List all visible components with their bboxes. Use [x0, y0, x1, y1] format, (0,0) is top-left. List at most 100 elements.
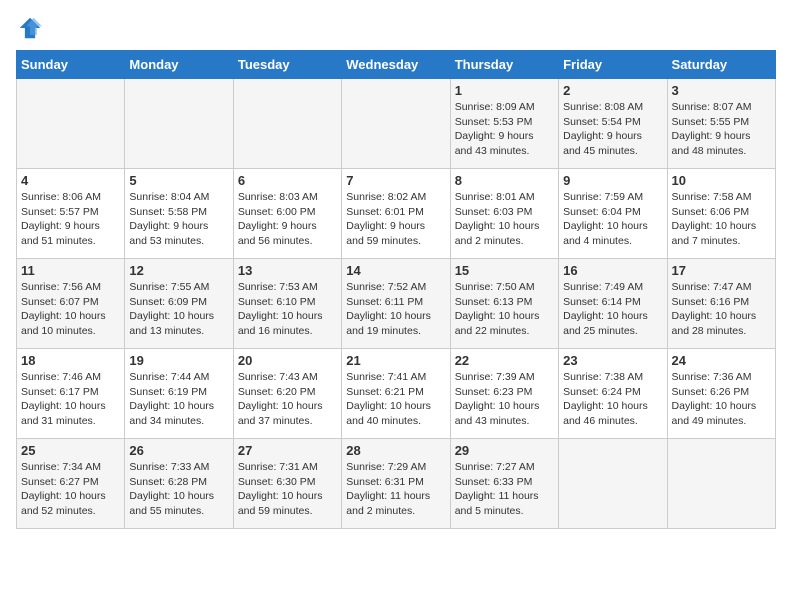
calendar-cell [342, 79, 450, 169]
day-number: 25 [21, 443, 120, 458]
day-number: 4 [21, 173, 120, 188]
calendar-cell: 15Sunrise: 7:50 AMSunset: 6:13 PMDayligh… [450, 259, 558, 349]
calendar-cell: 1Sunrise: 8:09 AMSunset: 5:53 PMDaylight… [450, 79, 558, 169]
header-day-monday: Monday [125, 51, 233, 79]
day-info: Sunrise: 7:44 AMSunset: 6:19 PMDaylight:… [129, 370, 228, 429]
calendar-cell: 10Sunrise: 7:58 AMSunset: 6:06 PMDayligh… [667, 169, 775, 259]
week-row-3: 11 Sunrise: 7:56 AMSunset: 6:07 PMDayligh… [17, 259, 776, 349]
day-info: Sunrise: 8:03 AMSunset: 6:00 PMDaylight:… [238, 190, 337, 249]
day-number: 8 [455, 173, 554, 188]
header-day-friday: Friday [559, 51, 667, 79]
day-number: 27 [238, 443, 337, 458]
day-number: 28 [346, 443, 445, 458]
day-number: 3 [672, 83, 771, 98]
day-number: 5 [129, 173, 228, 188]
day-info: Sunrise: 7:47 AMSunset: 6:16 PMDaylight:… [672, 280, 771, 339]
calendar-cell: 29 Sunrise: 7:27 AMSunset: 6:33 PMDayligh… [450, 439, 558, 529]
header [16, 16, 776, 40]
day-info: Sunrise: 7:49 AMSunset: 6:14 PMDaylight:… [563, 280, 662, 339]
day-number: 6 [238, 173, 337, 188]
calendar-cell [667, 439, 775, 529]
week-row-5: 25 Sunrise: 7:34 AMSunset: 6:27 PMDayligh… [17, 439, 776, 529]
calendar-cell [125, 79, 233, 169]
header-day-wednesday: Wednesday [342, 51, 450, 79]
calendar-cell: 5 Sunrise: 8:04 AMSunset: 5:58 PMDaylight… [125, 169, 233, 259]
calendar-cell: 21 Sunrise: 7:41 AMSunset: 6:21 PMDayligh… [342, 349, 450, 439]
calendar-cell: 16 Sunrise: 7:49 AMSunset: 6:14 PMDayligh… [559, 259, 667, 349]
calendar-cell: 24Sunrise: 7:36 AMSunset: 6:26 PMDayligh… [667, 349, 775, 439]
day-number: 2 [563, 83, 662, 98]
logo [16, 16, 42, 40]
day-number: 29 [455, 443, 554, 458]
day-number: 20 [238, 353, 337, 368]
day-number: 16 [563, 263, 662, 278]
day-info: Sunrise: 7:46 AMSunset: 6:17 PMDaylight:… [21, 370, 120, 429]
header-day-sunday: Sunday [17, 51, 125, 79]
day-info: Sunrise: 8:07 AMSunset: 5:55 PMDaylight:… [672, 100, 771, 159]
day-number: 26 [129, 443, 228, 458]
day-info: Sunrise: 8:04 AMSunset: 5:58 PMDaylight:… [129, 190, 228, 249]
day-info: Sunrise: 7:41 AMSunset: 6:21 PMDaylight:… [346, 370, 445, 429]
header-day-saturday: Saturday [667, 51, 775, 79]
day-info: Sunrise: 8:08 AMSunset: 5:54 PMDaylight:… [563, 100, 662, 159]
day-number: 19 [129, 353, 228, 368]
day-info: Sunrise: 8:02 AMSunset: 6:01 PMDaylight:… [346, 190, 445, 249]
calendar-table: SundayMondayTuesdayWednesdayThursdayFrid… [16, 50, 776, 529]
calendar-cell: 4 Sunrise: 8:06 AMSunset: 5:57 PMDaylight… [17, 169, 125, 259]
calendar-cell: 9 Sunrise: 7:59 AMSunset: 6:04 PMDaylight… [559, 169, 667, 259]
day-info: Sunrise: 8:09 AMSunset: 5:53 PMDaylight:… [455, 100, 554, 159]
day-info: Sunrise: 7:52 AMSunset: 6:11 PMDaylight:… [346, 280, 445, 339]
calendar-cell [559, 439, 667, 529]
day-info: Sunrise: 7:38 AMSunset: 6:24 PMDaylight:… [563, 370, 662, 429]
calendar-cell: 12Sunrise: 7:55 AMSunset: 6:09 PMDayligh… [125, 259, 233, 349]
day-info: Sunrise: 7:39 AMSunset: 6:23 PMDaylight:… [455, 370, 554, 429]
day-info: Sunrise: 7:56 AMSunset: 6:07 PMDaylight:… [21, 280, 120, 339]
calendar-cell: 18 Sunrise: 7:46 AMSunset: 6:17 PMDayligh… [17, 349, 125, 439]
day-number: 10 [672, 173, 771, 188]
calendar-cell: 14 Sunrise: 7:52 AMSunset: 6:11 PMDayligh… [342, 259, 450, 349]
calendar-cell: 25 Sunrise: 7:34 AMSunset: 6:27 PMDayligh… [17, 439, 125, 529]
calendar-cell: 13 Sunrise: 7:53 AMSunset: 6:10 PMDayligh… [233, 259, 341, 349]
day-info: Sunrise: 7:29 AMSunset: 6:31 PMDaylight:… [346, 460, 445, 519]
day-info: Sunrise: 7:36 AMSunset: 6:26 PMDaylight:… [672, 370, 771, 429]
day-number: 23 [563, 353, 662, 368]
day-info: Sunrise: 7:59 AMSunset: 6:04 PMDaylight:… [563, 190, 662, 249]
day-number: 17 [672, 263, 771, 278]
calendar-cell: 3 Sunrise: 8:07 AMSunset: 5:55 PMDaylight… [667, 79, 775, 169]
header-row: SundayMondayTuesdayWednesdayThursdayFrid… [17, 51, 776, 79]
day-info: Sunrise: 7:27 AMSunset: 6:33 PMDaylight:… [455, 460, 554, 519]
calendar-cell: 2 Sunrise: 8:08 AMSunset: 5:54 PMDaylight… [559, 79, 667, 169]
day-number: 13 [238, 263, 337, 278]
day-number: 18 [21, 353, 120, 368]
day-info: Sunrise: 7:53 AMSunset: 6:10 PMDaylight:… [238, 280, 337, 339]
day-info: Sunrise: 7:34 AMSunset: 6:27 PMDaylight:… [21, 460, 120, 519]
day-info: Sunrise: 8:06 AMSunset: 5:57 PMDaylight:… [21, 190, 120, 249]
header-day-tuesday: Tuesday [233, 51, 341, 79]
week-row-4: 18 Sunrise: 7:46 AMSunset: 6:17 PMDayligh… [17, 349, 776, 439]
header-day-thursday: Thursday [450, 51, 558, 79]
calendar-cell: 26Sunrise: 7:33 AMSunset: 6:28 PMDayligh… [125, 439, 233, 529]
calendar-cell: 23 Sunrise: 7:38 AMSunset: 6:24 PMDayligh… [559, 349, 667, 439]
day-number: 11 [21, 263, 120, 278]
calendar-cell: 8 Sunrise: 8:01 AMSunset: 6:03 PMDaylight… [450, 169, 558, 259]
calendar-cell [233, 79, 341, 169]
day-number: 22 [455, 353, 554, 368]
calendar-cell: 28 Sunrise: 7:29 AMSunset: 6:31 PMDayligh… [342, 439, 450, 529]
calendar-cell: 27 Sunrise: 7:31 AMSunset: 6:30 PMDayligh… [233, 439, 341, 529]
calendar-cell: 7 Sunrise: 8:02 AMSunset: 6:01 PMDaylight… [342, 169, 450, 259]
week-row-1: 1Sunrise: 8:09 AMSunset: 5:53 PMDaylight… [17, 79, 776, 169]
calendar-cell: 6 Sunrise: 8:03 AMSunset: 6:00 PMDaylight… [233, 169, 341, 259]
calendar-cell: 22 Sunrise: 7:39 AMSunset: 6:23 PMDayligh… [450, 349, 558, 439]
logo-icon [18, 16, 42, 40]
day-info: Sunrise: 8:01 AMSunset: 6:03 PMDaylight:… [455, 190, 554, 249]
week-row-2: 4 Sunrise: 8:06 AMSunset: 5:57 PMDaylight… [17, 169, 776, 259]
calendar-cell: 17 Sunrise: 7:47 AMSunset: 6:16 PMDayligh… [667, 259, 775, 349]
calendar-cell: 20Sunrise: 7:43 AMSunset: 6:20 PMDayligh… [233, 349, 341, 439]
day-number: 21 [346, 353, 445, 368]
day-number: 14 [346, 263, 445, 278]
day-number: 9 [563, 173, 662, 188]
day-info: Sunrise: 7:50 AMSunset: 6:13 PMDaylight:… [455, 280, 554, 339]
day-number: 7 [346, 173, 445, 188]
day-info: Sunrise: 7:31 AMSunset: 6:30 PMDaylight:… [238, 460, 337, 519]
day-info: Sunrise: 7:55 AMSunset: 6:09 PMDaylight:… [129, 280, 228, 339]
